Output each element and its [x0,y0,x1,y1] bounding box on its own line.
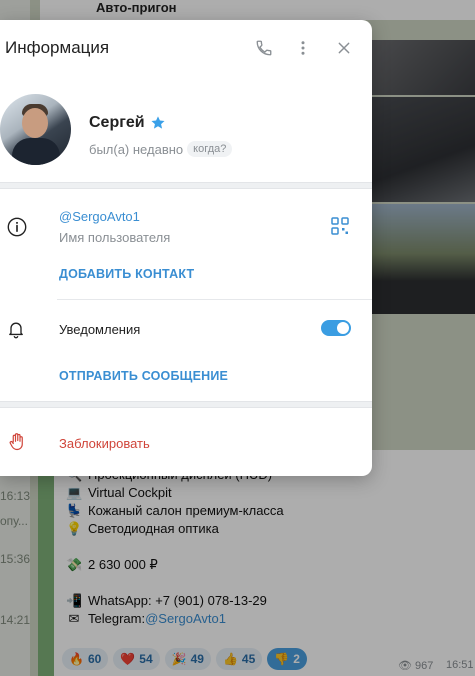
avatar[interactable] [0,94,71,165]
call-button[interactable] [252,36,276,60]
last-seen-status: был(а) недавно когда? [89,141,233,157]
notifications-toggle[interactable] [321,320,351,336]
more-vertical-icon [301,41,305,55]
profile-section: Сергей был(а) недавно когда? [0,77,372,182]
row-divider [57,299,372,300]
phone-icon [256,40,272,56]
username-label: Имя пользователя [59,230,171,245]
profile-name: Сергей [89,114,166,132]
add-contact-button[interactable]: ДОБАВИТЬ КОНТАКТ [59,267,194,281]
close-button[interactable] [332,36,356,60]
username-link[interactable]: @SergoAvto1 [59,209,140,224]
bell-icon [9,322,23,339]
when-button[interactable]: когда? [187,141,233,157]
notifications-label: Уведомления [59,322,141,337]
hand-stop-icon [9,433,23,451]
send-message-button[interactable]: ОТПРАВИТЬ СООБЩЕНИЕ [59,369,228,383]
premium-star-icon[interactable] [150,115,166,131]
info-icon [7,217,27,237]
panel-title: Информация [5,38,110,57]
qr-code-icon[interactable] [331,217,349,235]
block-user-button[interactable]: Заблокировать [59,436,150,451]
section-divider [0,401,372,408]
section-divider [0,182,372,189]
close-icon [338,42,350,54]
user-info-panel: Информация Сергей был(а) недавно когда? [0,20,372,476]
more-button[interactable] [291,36,315,60]
